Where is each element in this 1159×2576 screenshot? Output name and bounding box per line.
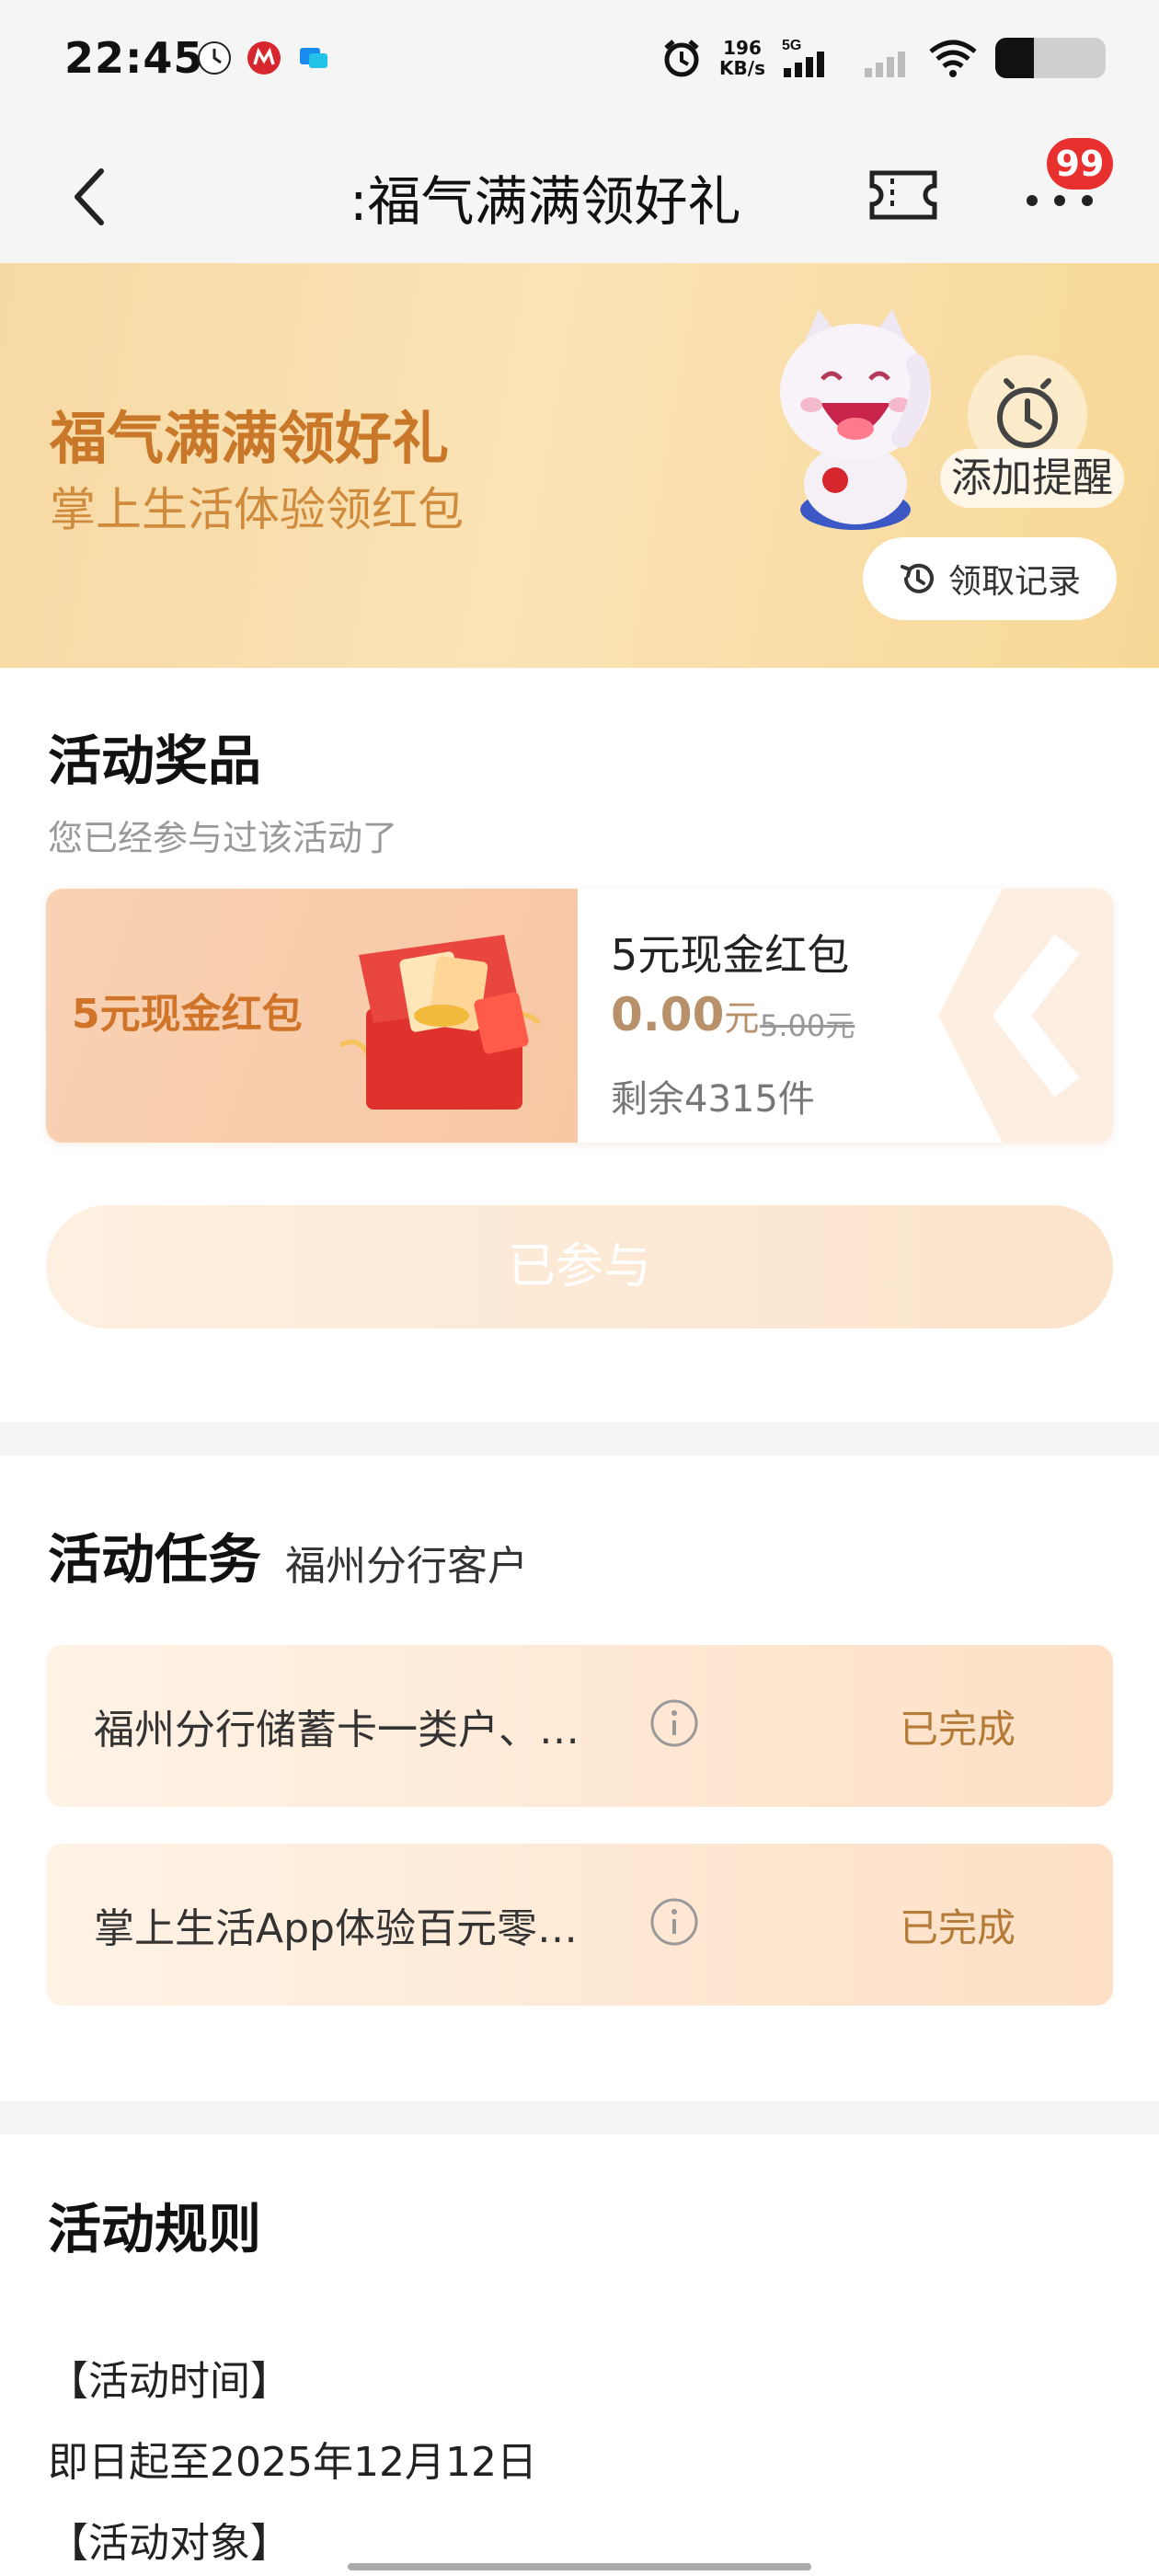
- task-item[interactable]: 福州分行储蓄卡一类户、… 已完成: [46, 1645, 1113, 1807]
- task-item[interactable]: 掌上生活App体验百元零… 已完成: [46, 1844, 1113, 2006]
- notification-badge: 99: [1047, 138, 1113, 190]
- add-reminder-label: 添加提醒: [940, 449, 1124, 508]
- network-speed: 196 KB/s: [719, 37, 765, 79]
- claim-record-button[interactable]: 领取记录: [863, 537, 1117, 620]
- cat-mascot-illustration: [780, 309, 931, 530]
- message-app-icon: [300, 48, 327, 68]
- svg-text:5G: 5G: [782, 38, 801, 53]
- prize-remaining-stock: 剩余4315件: [611, 1078, 815, 1121]
- rule-line: 【活动对象】: [48, 2520, 291, 2567]
- info-icon[interactable]: [649, 1698, 699, 1748]
- ticket-icon[interactable]: [868, 169, 938, 221]
- info-icon[interactable]: [649, 1897, 699, 1947]
- task-status: 已完成: [899, 1707, 1016, 1752]
- alarm-icon: [664, 40, 699, 77]
- prize-price: 0.00元: [611, 988, 760, 1041]
- claim-record-label: 领取记录: [947, 563, 1081, 601]
- status-bar: 22:45 196 KB/s 5G: [0, 0, 1159, 129]
- nav-bar: :福气满满领好礼: [0, 129, 1159, 263]
- signal-5g-icon: 5G: [782, 38, 824, 77]
- rule-line: 【活动时间】: [48, 2358, 291, 2405]
- prizes-participation-note: 您已经参与过该活动了: [48, 818, 398, 858]
- home-indicator[interactable]: [348, 2563, 811, 2570]
- clock-app-icon: [198, 41, 231, 75]
- prize-card[interactable]: 5元现金红包 5元现金红包 0.00元 5.00元 剩余4315件: [46, 889, 1113, 1143]
- activity-banner: 福气满满领好礼 掌上生活体验领红包 添加提醒 领取记录: [0, 263, 1159, 668]
- status-time: 22:45: [64, 33, 204, 83]
- section-divider: [0, 1422, 1159, 1455]
- prize-name: 5元现金红包: [611, 930, 850, 980]
- rule-line: 即日起至2025年12月12日: [48, 2439, 537, 2486]
- task-status: 已完成: [899, 1905, 1016, 1950]
- page-title: :福气满满领好礼: [350, 170, 741, 233]
- prize-image-label: 5元现金红包: [72, 991, 303, 1038]
- signal-secondary-icon: [865, 52, 905, 77]
- prize-original-price: 5.00元: [760, 1008, 855, 1043]
- add-reminder-button[interactable]: 添加提醒: [940, 355, 1124, 567]
- prize-image-area: 5元现金红包: [46, 889, 578, 1143]
- rules-section-title: 活动规则: [48, 2198, 262, 2260]
- section-divider: [0, 2101, 1159, 2134]
- card-chevron-decoration: [938, 889, 1113, 1143]
- task-name: 掌上生活App体验百元零…: [94, 1905, 578, 1952]
- prizes-section-title: 活动奖品: [48, 730, 262, 792]
- task-name: 福州分行储蓄卡一类户、…: [94, 1707, 580, 1754]
- back-icon[interactable]: [64, 160, 120, 234]
- history-icon: [900, 563, 934, 593]
- gift-box-illustration: [339, 935, 541, 1110]
- cmb-bank-icon: [247, 41, 281, 75]
- wifi-icon: [929, 40, 977, 77]
- battery-icon: [995, 38, 1106, 78]
- banner-title: 福气满满领好礼: [50, 405, 450, 472]
- banner-subtitle: 掌上生活体验领红包: [50, 483, 464, 536]
- price-unit: 元: [724, 998, 760, 1039]
- tasks-section-title: 活动任务: [48, 1528, 262, 1591]
- tasks-section-subtitle: 福州分行客户: [285, 1543, 528, 1590]
- joined-button[interactable]: 已参与: [46, 1205, 1113, 1328]
